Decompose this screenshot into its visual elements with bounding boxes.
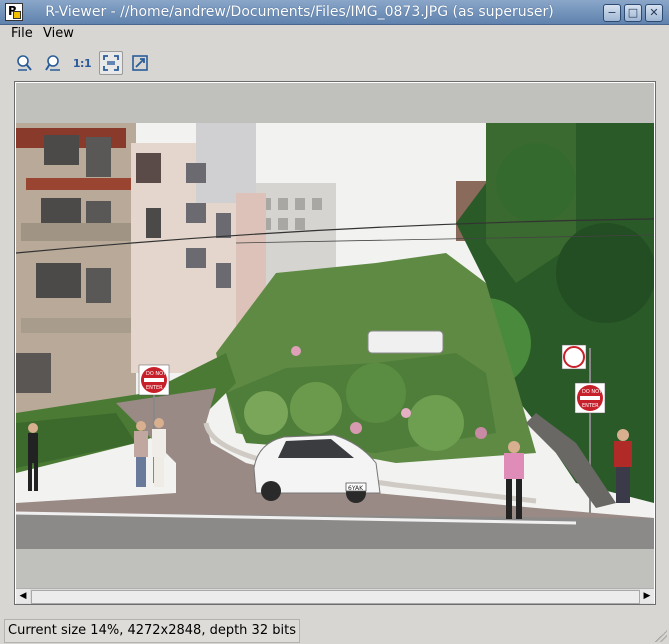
fit-window-button[interactable] [99, 51, 123, 75]
image-viewport[interactable]: 6YAK DO NOT ENTER DO NOT ENTER ◀ ▶ [14, 81, 656, 605]
actual-size-icon: 1:1 [72, 56, 92, 70]
zoom-in-icon [17, 55, 32, 71]
menu-view[interactable]: View [43, 26, 74, 41]
zoom-in-button[interactable] [12, 51, 36, 75]
horizontal-scrollbar[interactable]: ◀ ▶ [16, 588, 654, 604]
resize-grip-icon[interactable] [655, 630, 667, 642]
zoom-out-icon [45, 55, 60, 71]
fullscreen-icon [132, 55, 148, 71]
image-canvas: 6YAK DO NOT ENTER DO NOT ENTER [16, 83, 654, 588]
photo-lombard-street: 6YAK DO NOT ENTER DO NOT ENTER [16, 123, 654, 549]
zoom-out-button[interactable] [41, 51, 65, 75]
scrollbar-thumb[interactable] [31, 590, 640, 604]
svg-text:DO NOT: DO NOT [582, 389, 603, 395]
status-bar: Current size 14%, 4272x2848, depth 32 bi… [0, 616, 669, 644]
scroll-right-icon[interactable]: ▶ [640, 589, 654, 603]
fit-window-icon [103, 55, 119, 71]
menu-bar: File View [0, 24, 669, 43]
scroll-left-icon[interactable]: ◀ [16, 589, 30, 603]
title-bar: R R-Viewer - //home/andrew/Documents/Fil… [0, 0, 669, 25]
toolbar: 1:1 [0, 45, 669, 79]
minimize-icon[interactable]: − [603, 4, 621, 22]
svg-text:6YAK: 6YAK [348, 485, 364, 492]
svg-text:ENTER: ENTER [582, 403, 599, 409]
status-text: Current size 14%, 4272x2848, depth 32 bi… [4, 619, 300, 643]
actual-size-button[interactable]: 1:1 [70, 51, 94, 75]
svg-text:ENTER: ENTER [146, 385, 163, 391]
window-title: R-Viewer - //home/andrew/Documents/Files… [45, 4, 554, 20]
maximize-icon[interactable]: □ [624, 4, 642, 22]
fullscreen-button[interactable] [128, 51, 152, 75]
menu-file[interactable]: File [11, 26, 33, 41]
close-icon[interactable]: ✕ [645, 4, 663, 22]
svg-text:DO NOT: DO NOT [146, 371, 167, 377]
